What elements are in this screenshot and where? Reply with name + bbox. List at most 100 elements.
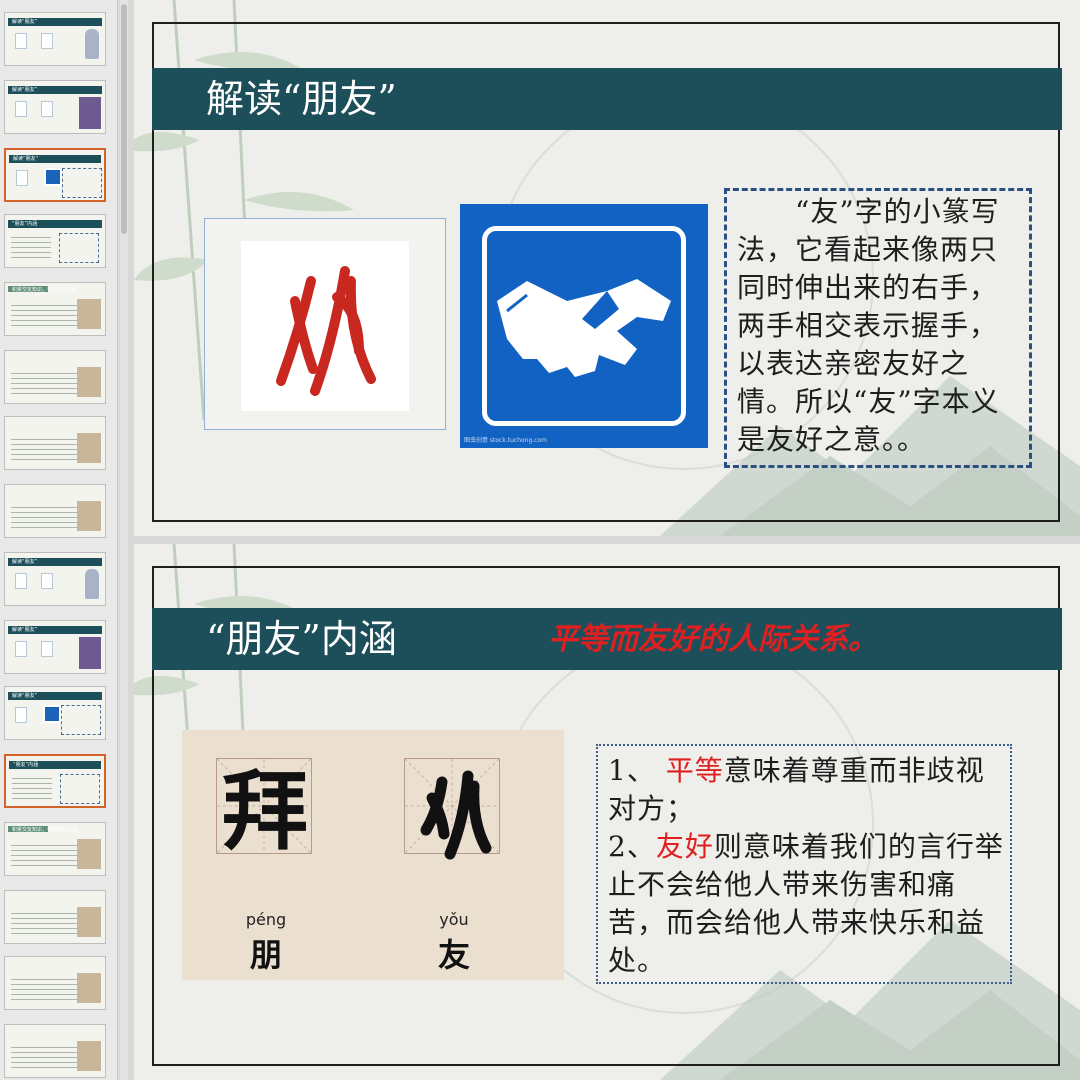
thumbnail-title: 解读“朋友” (12, 558, 37, 566)
slide-title: 解读“朋友” (206, 73, 397, 125)
thumbnail-title-bar: 解读“朋友” (8, 626, 102, 634)
thumbnail-title-bar: 积累交友知识，学习交友之道 (8, 286, 48, 292)
thumbnail-title: “朋友”内涵 (13, 761, 38, 769)
thumbnail-title: 解读“朋友” (12, 86, 37, 94)
title-bar: “朋友”内涵 平等而友好的人际关系。 (152, 608, 1062, 670)
point-friendly: 2、友好则意味着我们的言行举止不会给他人带来伤害和痛苦，而会给他人带来快乐和益处… (608, 828, 1010, 980)
thumbnail-picture (77, 1041, 101, 1071)
thumbnail-title: 解读“朋友” (12, 18, 37, 26)
slide-thumbnail[interactable] (4, 890, 106, 944)
thumbnail-title-bar: 解读“朋友” (8, 558, 102, 566)
point-equality: 1、 平等意味着尊重而非歧视对方； (608, 752, 1010, 828)
thumbnail-textbox (60, 774, 100, 804)
thumbnail-title: 解读“朋友” (12, 692, 37, 700)
slide-thumbnail[interactable] (4, 484, 106, 538)
thumbnail-text (11, 841, 77, 869)
thumbnail-handshake (44, 168, 62, 186)
thumbnail-title-bar: “朋友”内涵 (9, 761, 101, 769)
thumbnail-title: 积累交友知识，学习交友之道 (12, 286, 77, 294)
slide-jiedu-pengyou[interactable]: 解读“朋友” 图虫创意 stock.tuchong.com “友”字的小篆写法，… (134, 0, 1080, 536)
slide-thumbnail[interactable] (4, 416, 106, 470)
thumbnail-title: 积累交友知识，学习交友之道 (12, 826, 77, 834)
thumbnail-glyph: 𢪈 (15, 573, 27, 589)
thumbnail-glyph: 𢪈 (15, 101, 27, 117)
slide-thumbnail[interactable]: 解读“朋友” 𢪈 𢪈 (4, 620, 106, 674)
thumbnail-illustration (85, 29, 99, 59)
thumbnail-picture (77, 839, 101, 869)
thumbnail-picture (77, 433, 101, 463)
slide-thumbnail[interactable]: 解读“朋友” 𢪈 𢪈 (4, 80, 106, 134)
slide-thumbnail[interactable]: “朋友”内涵 (4, 754, 106, 808)
title-bar: 解读“朋友” (152, 68, 1062, 130)
thumbnail-scrollbar[interactable] (120, 0, 128, 1080)
slide-thumbnail[interactable]: 解读“朋友” 𢪈 𢪈 (4, 552, 106, 606)
thumbnail-title: 解读“朋友” (12, 626, 37, 634)
slide-thumbnail[interactable]: “朋友”内涵 (4, 214, 106, 268)
thumbnail-textbox (62, 168, 102, 198)
thumbnail-picture (77, 367, 101, 397)
thumbnail-illustration (79, 97, 101, 129)
thumbnail-title: “朋友”内涵 (12, 220, 37, 228)
character-panel[interactable]: 拜 péng yǒu 朋 友 (182, 730, 564, 980)
explanation-box[interactable]: “友”字的小篆写法，它看起来像两只同时伸出来的右手，两手相交表示握手，以表达亲密… (724, 188, 1032, 468)
thumbnail-glyph: 𢪈 (41, 101, 53, 117)
handshake-frame (482, 226, 686, 426)
scrollbar-thumb[interactable] (121, 4, 127, 234)
hanzi-peng: 朋 (216, 930, 316, 976)
slide-thumbnail[interactable]: 积累交友知识，学习交友之道 (4, 822, 106, 876)
thumbnail-glyph: 𢪈 (16, 170, 28, 186)
thumbnail-text (11, 975, 77, 1003)
thumbnail-glyph: 𢪈 (15, 641, 27, 657)
thumbnail-picture (77, 501, 101, 531)
slide-thumbnail[interactable] (4, 350, 106, 404)
slide-pengyou-neihan[interactable]: “朋友”内涵 平等而友好的人际关系。 拜 péng yǒu 朋 友 1、 平等意… (134, 544, 1080, 1080)
thumbnail-textbox (61, 705, 101, 735)
handshake-image[interactable]: 图虫创意 stock.tuchong.com (460, 204, 708, 448)
keyword-equality: 平等 (666, 754, 724, 787)
slide-title: “朋友”内涵 (206, 613, 397, 665)
seal-you-black-glyph (404, 770, 504, 866)
thumbnail-title-bar: “朋友”内涵 (8, 220, 102, 228)
slide-thumbnail[interactable] (4, 956, 106, 1010)
thumbnail-title-bar: 解读“朋友” (8, 692, 102, 700)
explanation-text: “友”字的小篆写法，它看起来像两只同时伸出来的右手，两手相交表示握手，以表达亲密… (737, 193, 1023, 459)
thumbnail-title-bar: 积累交友知识，学习交友之道 (8, 826, 48, 832)
thumbnail-title-bar: 解读“朋友” (8, 18, 102, 26)
slide-subtitle: 平等而友好的人际关系。 (548, 620, 878, 660)
hanzi-you: 友 (404, 930, 504, 976)
slide-thumbnail[interactable]: 解读“朋友” 𢪈 (4, 148, 106, 202)
thumbnail-picture (77, 973, 101, 1003)
thumbnail-characters (11, 233, 51, 261)
slide-thumbnail[interactable]: 解读“朋友” 𢪈 𢪈 (4, 12, 106, 66)
thumbnail-text (11, 369, 77, 397)
thumbnail-illustration (85, 569, 99, 599)
pinyin-you: yǒu (404, 910, 504, 929)
thumbnail-illustration (79, 637, 101, 669)
slide-thumbnail[interactable]: 解读“朋友” 𢪈 (4, 686, 106, 740)
thumbnail-text (11, 503, 77, 531)
slide-thumbnail-panel: 解读“朋友” 𢪈 𢪈 解读“朋友” 𢪈 𢪈 解读“朋友” 𢪈 “朋友”内涵 积累交友知识，学习交友… (0, 0, 118, 1080)
seal-peng: 拜 (200, 764, 330, 860)
thumbnail-text (11, 909, 77, 937)
handshake-icon (487, 231, 681, 421)
seal-you-red-glyph (241, 241, 409, 411)
thumbnail-text (11, 435, 77, 463)
slide-thumbnail[interactable] (4, 1024, 106, 1078)
thumbnail-picture (77, 299, 101, 329)
thumbnail-characters (12, 774, 52, 802)
thumbnail-glyph: 𢪈 (41, 33, 53, 49)
thumbnail-glyph: 𢪈 (41, 641, 53, 657)
thumbnail-handshake (43, 705, 61, 723)
thumbnail-picture (77, 907, 101, 937)
meaning-box[interactable]: 1、 平等意味着尊重而非歧视对方； 2、友好则意味着我们的言行举止不会给他人带来… (596, 744, 1012, 984)
seal-script-image[interactable] (204, 218, 446, 430)
thumbnail-text (11, 1043, 77, 1071)
thumbnail-title: 解读“朋友” (13, 155, 38, 163)
image-watermark: 图虫创意 stock.tuchong.com (464, 435, 547, 444)
pinyin-peng: péng (216, 910, 316, 929)
thumbnail-title-bar: 解读“朋友” (8, 86, 102, 94)
thumbnail-glyph: 𢪈 (15, 33, 27, 49)
thumbnail-text (11, 301, 77, 329)
slide-thumbnail[interactable]: 积累交友知识，学习交友之道 (4, 282, 106, 336)
seal-glyph-card (241, 241, 409, 411)
